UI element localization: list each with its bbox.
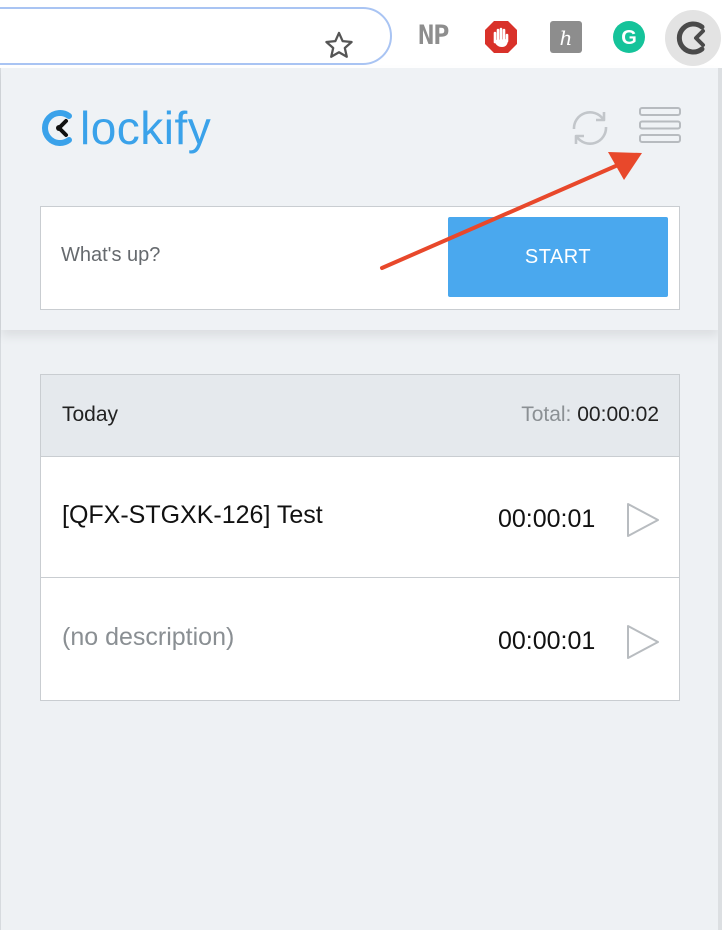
browser-toolbar: NP h G <box>0 0 722 68</box>
popup-header: lockify START <box>1 68 719 330</box>
svg-text:G: G <box>621 27 637 49</box>
start-button[interactable]: START <box>448 217 668 297</box>
total-label: Total: <box>521 403 572 426</box>
clockify-extension-icon <box>676 21 705 55</box>
entry-duration: 00:00:01 <box>498 627 596 655</box>
time-entry-row[interactable]: [QFX-STGXK-126] Test 00:00:01 <box>41 457 679 578</box>
day-total: Total: 00:00:02 <box>521 403 659 427</box>
clockify-logo-icon <box>42 110 72 146</box>
bookmark-star-icon[interactable] <box>322 29 356 63</box>
honey-extension-icon[interactable]: h <box>549 20 583 54</box>
clockify-logo: lockify <box>39 98 211 158</box>
svg-text:h: h <box>560 26 573 50</box>
day-group-header: Today Total: 00:00:02 <box>41 375 679 457</box>
adblock-icon[interactable] <box>484 20 518 54</box>
entry-description: (no description) <box>62 623 235 651</box>
hamburger-menu-icon[interactable] <box>637 105 683 145</box>
logo-wordmark: lockify <box>80 102 212 154</box>
total-value: 00:00:02 <box>577 403 659 426</box>
sync-icon[interactable] <box>567 108 613 148</box>
day-group-label: Today <box>62 403 119 426</box>
description-input[interactable] <box>61 237 441 273</box>
clockify-popup: lockify START Today Total: 00:00:02 <box>0 68 720 930</box>
play-icon[interactable] <box>625 623 661 661</box>
popup-scroll-edge <box>718 68 722 930</box>
entry-description: [QFX-STGXK-126] Test <box>62 501 323 529</box>
time-entries-list: Today Total: 00:00:02 [QFX-STGXK-126] Te… <box>40 374 680 701</box>
address-bar[interactable] <box>0 7 392 65</box>
play-icon[interactable] <box>625 501 661 539</box>
time-entry-bar: START <box>40 206 680 310</box>
grammarly-icon[interactable]: G <box>612 20 646 54</box>
time-entry-row[interactable]: (no description) 00:00:01 <box>41 579 679 700</box>
clockify-extension-button[interactable] <box>665 10 721 66</box>
entry-duration: 00:00:01 <box>498 505 596 533</box>
np-extension-icon[interactable]: NP <box>418 20 458 52</box>
